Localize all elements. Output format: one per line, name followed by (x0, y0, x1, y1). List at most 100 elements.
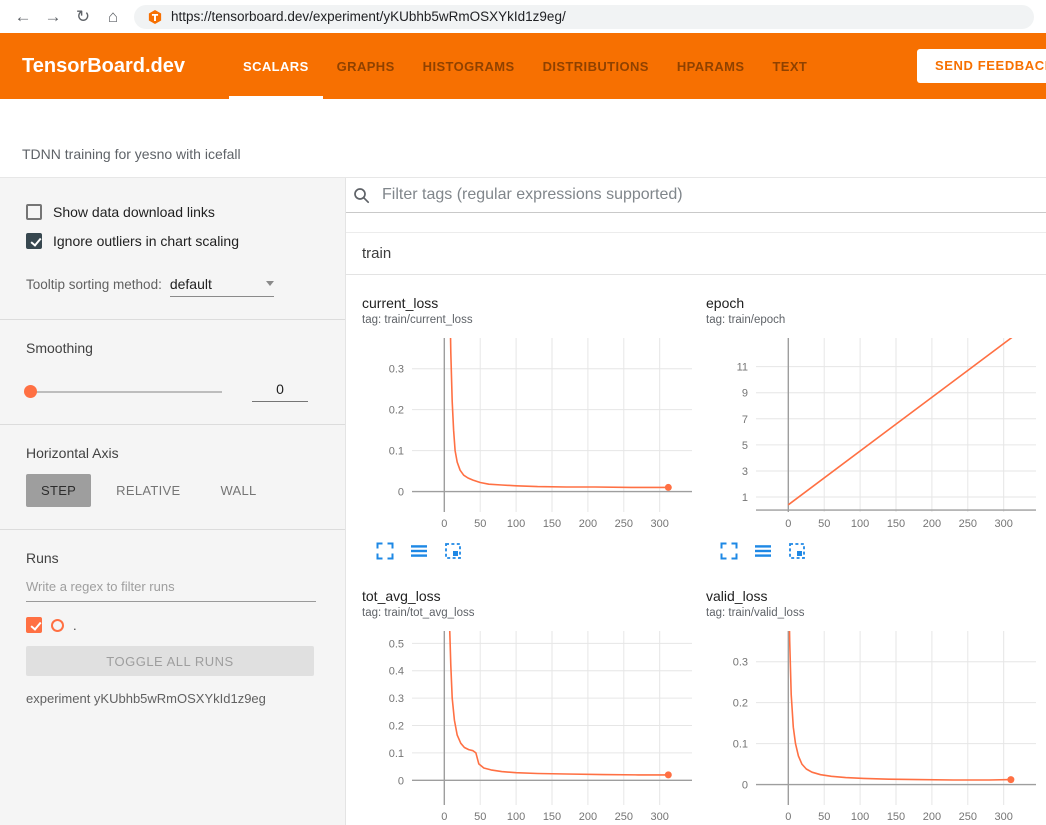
svg-text:3: 3 (742, 466, 748, 478)
chart-tag: tag: train/current_loss (362, 314, 698, 326)
chart-title: tot_avg_loss (362, 588, 698, 604)
svg-text:0.4: 0.4 (389, 666, 404, 678)
svg-text:50: 50 (474, 518, 486, 530)
tensorboard-favicon (148, 10, 162, 24)
smoothing-slider-row: 0 (26, 381, 319, 402)
chart-card: epoch tag: train/epoch 05010015020025030… (706, 289, 1042, 560)
svg-text:0: 0 (742, 780, 748, 792)
axis-relative-button[interactable]: RELATIVE (101, 474, 195, 507)
tab-graphs[interactable]: GRAPHS (323, 33, 409, 99)
scalar-chart[interactable]: 05010015020025030000.10.20.30.40.5 (362, 627, 698, 825)
chart-tag: tag: train/epoch (706, 314, 1042, 326)
svg-text:1: 1 (742, 492, 748, 504)
chart-actions (362, 542, 698, 560)
expand-icon[interactable] (720, 542, 738, 560)
svg-text:250: 250 (959, 518, 977, 530)
tag-filter-input[interactable] (380, 185, 1046, 205)
svg-text:200: 200 (579, 518, 597, 530)
svg-text:100: 100 (507, 811, 525, 823)
fit-domain-icon[interactable] (444, 542, 462, 560)
show-download-links-checkbox[interactable] (26, 204, 42, 220)
toggle-all-runs-button[interactable]: TOGGLE ALL RUNS (26, 646, 314, 676)
smoothing-slider-thumb[interactable] (24, 385, 37, 398)
svg-text:200: 200 (923, 518, 941, 530)
tooltip-sorting-value: default (170, 276, 212, 292)
tab-hparams[interactable]: HPARAMS (663, 33, 759, 99)
svg-text:300: 300 (995, 518, 1013, 530)
horizontal-axis-label: Horizontal Axis (26, 445, 319, 461)
tab-scalars[interactable]: SCALARS (229, 33, 323, 99)
svg-text:250: 250 (615, 518, 633, 530)
svg-text:200: 200 (579, 811, 597, 823)
runs-label: Runs (26, 550, 319, 566)
svg-text:0.3: 0.3 (389, 364, 404, 376)
search-icon (353, 187, 370, 204)
horizontal-axis-buttons: STEP RELATIVE WALL (26, 474, 319, 507)
ignore-outliers-label: Ignore outliers in chart scaling (53, 233, 239, 249)
chart-card: tot_avg_loss tag: train/tot_avg_loss 0 50… (362, 582, 698, 825)
chart-card: valid_loss tag: train/valid_loss 0501001… (706, 582, 1042, 825)
svg-text:0: 0 (785, 811, 791, 823)
svg-text:7: 7 (742, 414, 748, 426)
scalar-chart[interactable]: 05010015020025030000.10.20.3 (362, 334, 698, 534)
svg-text:5: 5 (742, 440, 748, 452)
runs-filter-input[interactable] (26, 570, 316, 602)
svg-text:11: 11 (737, 362, 748, 374)
svg-text:0.1: 0.1 (389, 446, 404, 458)
back-icon[interactable]: ← (8, 7, 38, 27)
run-checkbox[interactable] (26, 617, 42, 633)
chart-tag: tag: train/tot_avg_loss (362, 607, 698, 619)
smoothing-label: Smoothing (26, 340, 319, 356)
svg-text:50: 50 (818, 518, 830, 530)
svg-text:250: 250 (959, 811, 977, 823)
tab-text[interactable]: TEXT (758, 33, 821, 99)
tab-distributions[interactable]: DISTRIBUTIONS (529, 33, 663, 99)
svg-text:200: 200 (923, 811, 941, 823)
axis-step-button[interactable]: STEP (26, 474, 91, 507)
expand-icon[interactable] (376, 542, 394, 560)
run-color-swatch (51, 619, 64, 632)
svg-text:100: 100 (507, 518, 525, 530)
run-name: . (73, 618, 77, 633)
tooltip-sorting-select[interactable]: default (170, 276, 274, 297)
tooltip-sorting-row: Tooltip sorting method: default (26, 276, 319, 297)
svg-text:0.3: 0.3 (389, 693, 404, 705)
chart-card: current_loss tag: train/current_loss 050… (362, 289, 698, 560)
chevron-down-icon (266, 281, 274, 286)
experiment-title: TDNN training for yesno with icefall (0, 99, 1046, 162)
send-feedback-button[interactable]: SEND FEEDBACK (917, 49, 1046, 83)
axis-wall-button[interactable]: WALL (205, 474, 271, 507)
tooltip-sorting-label: Tooltip sorting method: (26, 277, 162, 292)
svg-text:0.5: 0.5 (389, 638, 404, 650)
svg-text:150: 150 (887, 518, 905, 530)
chart-title: epoch (706, 295, 1042, 311)
svg-text:0: 0 (441, 811, 447, 823)
svg-text:50: 50 (474, 811, 486, 823)
svg-text:100: 100 (851, 811, 869, 823)
home-icon[interactable]: ⌂ (98, 7, 128, 27)
chart-title: current_loss (362, 295, 698, 311)
tag-filter-row (346, 178, 1046, 213)
chart-title: valid_loss (706, 588, 1042, 604)
svg-text:300: 300 (651, 811, 669, 823)
tag-group-train: train current_loss tag: train/current_lo… (346, 232, 1046, 825)
svg-text:150: 150 (887, 811, 905, 823)
main-panel: train current_loss tag: train/current_lo… (346, 178, 1046, 825)
smoothing-slider[interactable] (26, 391, 222, 393)
fit-domain-icon[interactable] (788, 542, 806, 560)
browser-toolbar: ← → ↻ ⌂ https://tensorboard.dev/experime… (0, 0, 1046, 33)
tab-histograms[interactable]: HISTOGRAMS (409, 33, 529, 99)
runs-list-icon[interactable] (410, 542, 428, 560)
reload-icon[interactable]: ↻ (68, 7, 98, 27)
scalar-chart[interactable]: 0501001502002503001357911 (706, 334, 1042, 534)
ignore-outliers-row: Ignore outliers in chart scaling (26, 233, 319, 249)
ignore-outliers-checkbox[interactable] (26, 233, 42, 249)
run-row[interactable]: . (26, 617, 319, 633)
scalar-chart[interactable]: 05010015020025030000.10.20.3 (706, 627, 1042, 825)
address-bar[interactable]: https://tensorboard.dev/experiment/yKUbh… (134, 5, 1034, 29)
svg-text:9: 9 (742, 388, 748, 400)
smoothing-value-input[interactable]: 0 (252, 381, 308, 402)
runs-list-icon[interactable] (754, 542, 772, 560)
tag-group-header[interactable]: train (346, 233, 1046, 275)
forward-icon[interactable]: → (38, 7, 68, 27)
